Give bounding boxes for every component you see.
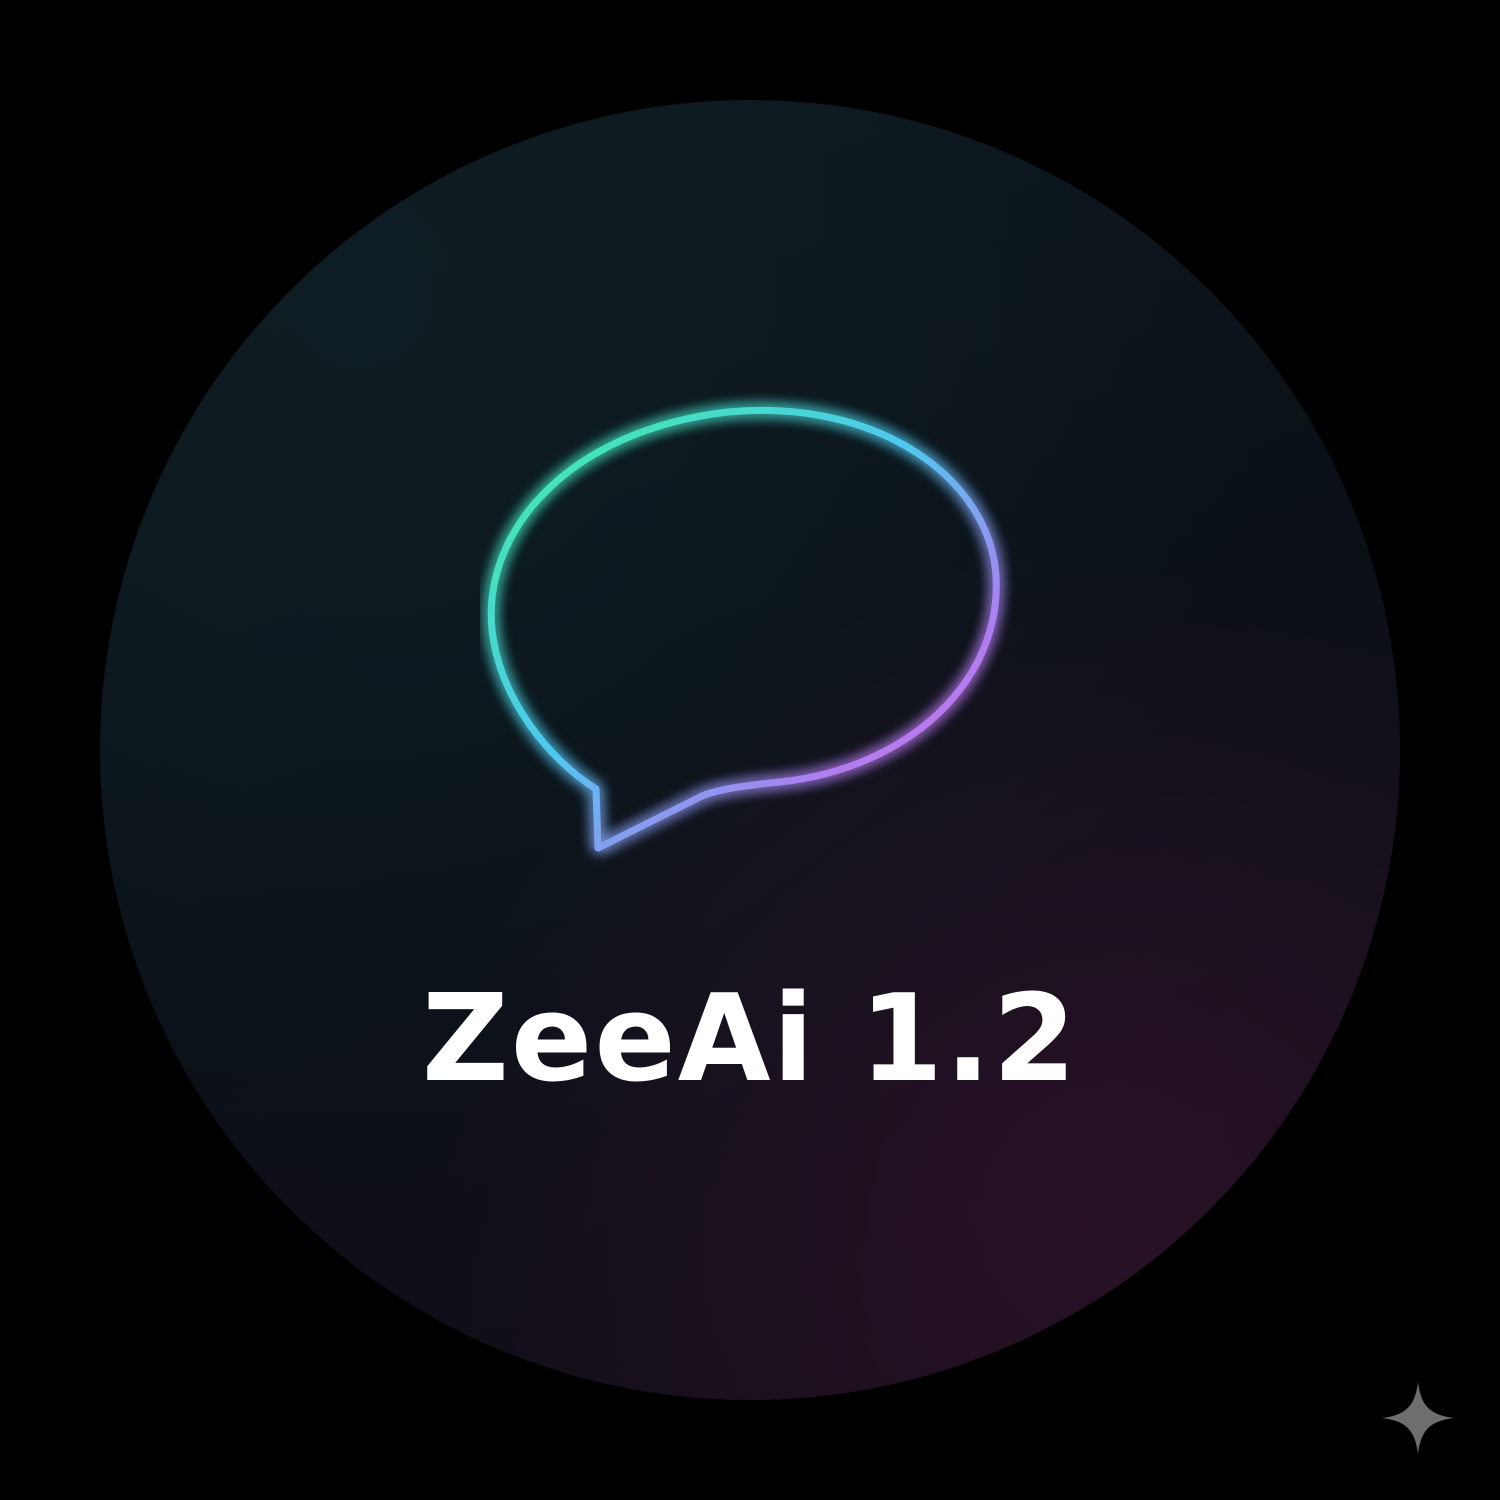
app-logo-badge: ZeeAi 1.2 bbox=[100, 100, 1400, 1400]
sparkle-icon bbox=[1382, 1382, 1454, 1454]
app-title: ZeeAi 1.2 bbox=[421, 970, 1079, 1109]
soundwave-bars bbox=[557, 472, 943, 752]
speech-bubble-soundwave-icon bbox=[487, 407, 1000, 852]
speech-bubble-outline bbox=[487, 407, 1000, 852]
canvas: ZeeAi 1.2 bbox=[0, 0, 1500, 1500]
